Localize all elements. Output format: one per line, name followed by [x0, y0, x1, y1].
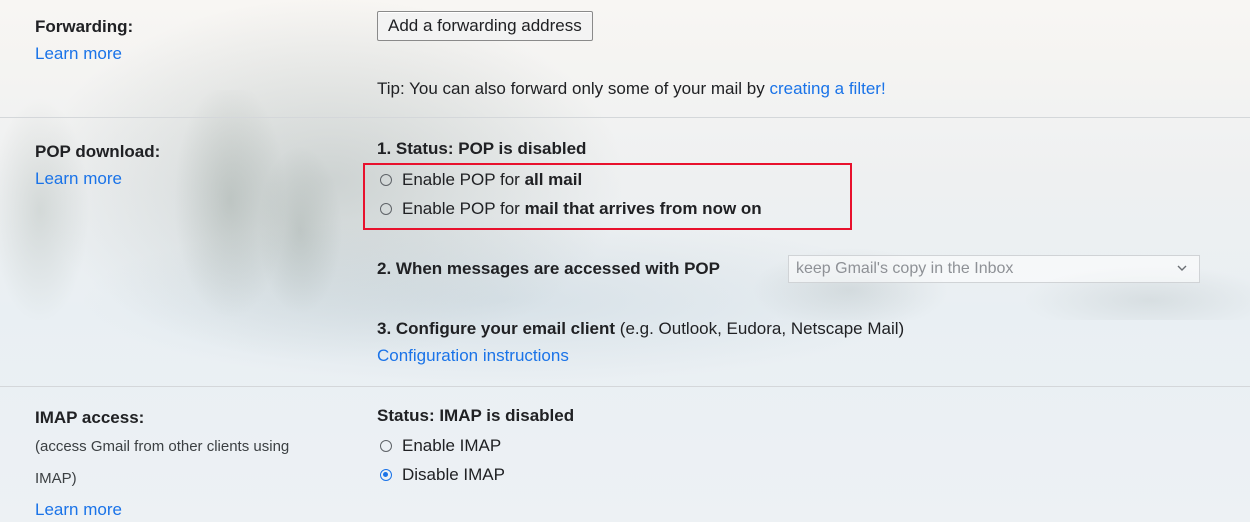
disable-imap-text: Disable IMAP — [402, 465, 505, 484]
pop-access-select-value: keep Gmail's copy in the Inbox — [796, 260, 1014, 277]
section-divider — [0, 117, 1250, 118]
pop-status: 1. Status: POP is disabled — [377, 139, 587, 158]
forwarding-label: Forwarding: — [35, 17, 134, 36]
enable-imap-text: Enable IMAP — [402, 436, 502, 455]
configure-rest-text: (e.g. Outlook, Eudora, Netscape Mail) — [615, 319, 905, 338]
configuration-instructions-link[interactable]: Configuration instructions — [377, 346, 569, 366]
chevron-down-icon — [1177, 265, 1187, 271]
add-forwarding-address-button[interactable]: Add a forwarding address — [377, 11, 593, 41]
forwarding-tip-text: Tip: You can also forward only some of y… — [377, 79, 770, 98]
forwarding-learn-more-link[interactable]: Learn more — [35, 44, 122, 64]
imap-description-line1: (access Gmail from other clients using — [35, 438, 290, 455]
configure-bold-text: 3. Configure your email client — [377, 319, 616, 338]
enable-imap-option[interactable]: Enable IMAP — [380, 436, 501, 456]
configure-email-client: 3. Configure your email client (e.g. Out… — [377, 319, 904, 339]
pop-download-label: POP download: — [35, 142, 161, 161]
section-divider — [0, 386, 1250, 387]
pop-access-label: 2. When messages are accessed with POP — [377, 259, 720, 278]
highlight-box — [363, 163, 852, 230]
imap-learn-more-link[interactable]: Learn more — [35, 500, 122, 520]
settings-panel: Forwarding: Learn more Add a forwarding … — [0, 0, 1250, 522]
pop-learn-more-link[interactable]: Learn more — [35, 169, 122, 189]
pop-access-select[interactable]: keep Gmail's copy in the Inbox — [788, 255, 1200, 283]
radio-checked-icon[interactable] — [380, 469, 392, 481]
imap-description-line2: IMAP) — [35, 470, 77, 487]
forwarding-tip: Tip: You can also forward only some of y… — [377, 79, 886, 99]
imap-status: Status: IMAP is disabled — [377, 406, 575, 425]
radio-unchecked-icon[interactable] — [380, 440, 392, 452]
imap-access-label: IMAP access: — [35, 408, 145, 427]
disable-imap-option[interactable]: Disable IMAP — [380, 465, 505, 485]
creating-filter-link[interactable]: creating a filter! — [769, 79, 885, 98]
